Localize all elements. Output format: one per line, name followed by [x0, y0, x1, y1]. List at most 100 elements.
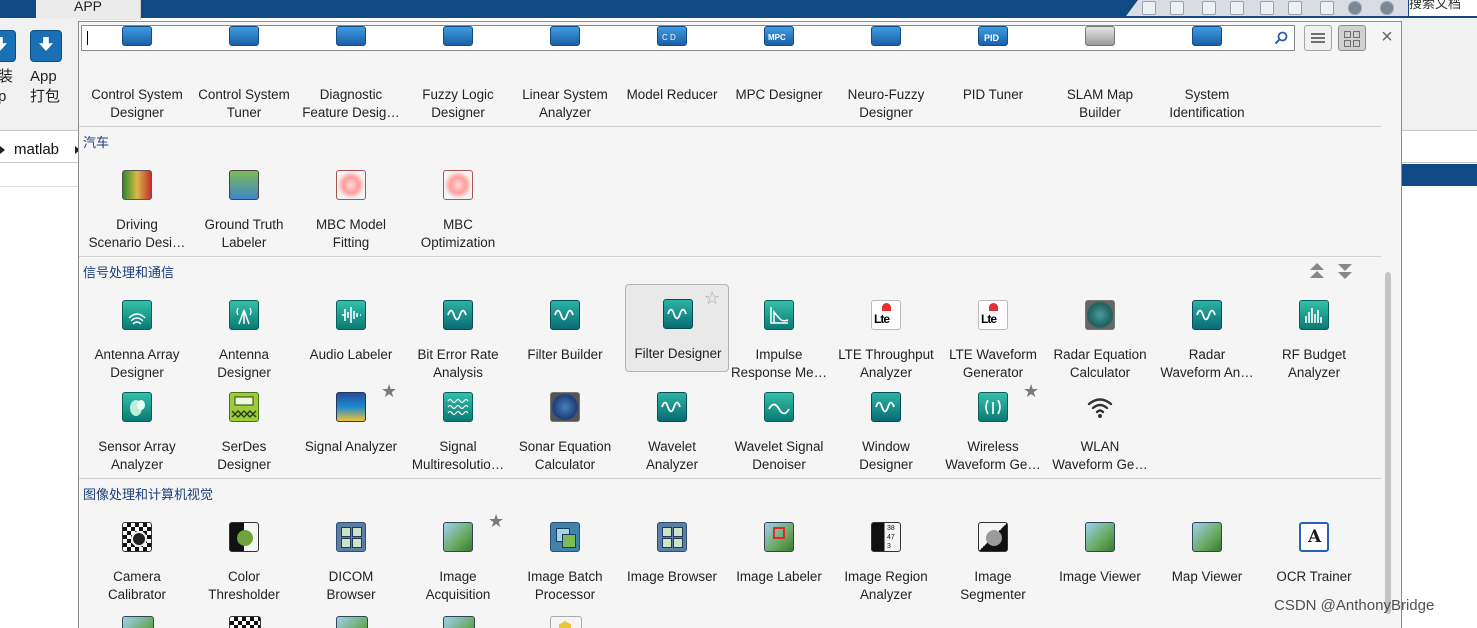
app-linear-system-analyzer[interactable]: Linear System Analyzer: [513, 26, 617, 120]
copy-icon[interactable]: [1202, 1, 1216, 15]
app-radar-equation-calculator[interactable]: Radar Equation Calculator: [1048, 286, 1152, 380]
list-icon: [1311, 41, 1325, 43]
color-thresholder-icon: [229, 522, 259, 552]
app-lte-waveform-generator[interactable]: Lte LTE Waveform Generator: [941, 286, 1045, 380]
app-signal-analyzer[interactable]: Signal Analyzer ★: [299, 378, 403, 466]
gallery-scrollbar[interactable]: [1385, 272, 1391, 614]
radar-waveform-icon: [1192, 300, 1222, 330]
sonar-equation-icon: [550, 392, 580, 422]
app-image-viewer[interactable]: Image Viewer: [1048, 508, 1152, 596]
app-icon-partial[interactable]: [443, 616, 475, 628]
app-sensor-array-analyzer[interactable]: Sensor Array Analyzer: [85, 378, 189, 472]
app-rf-budget-analyzer[interactable]: RF Budget Analyzer: [1262, 286, 1366, 380]
tab-app[interactable]: APP: [36, 0, 141, 20]
list-view-button[interactable]: [1304, 25, 1332, 51]
favorite-star-outline-icon[interactable]: ☆: [704, 289, 722, 307]
app-driving-scenario-designer[interactable]: Driving Scenario Desi…: [85, 156, 189, 250]
undo-icon[interactable]: [1260, 1, 1274, 15]
app-sonar-equation-calculator[interactable]: Sonar Equation Calculator: [513, 378, 617, 472]
save-icon[interactable]: [1142, 1, 1156, 15]
app-image-region-analyzer[interactable]: 38 47 3 Image Region Analyzer: [834, 508, 938, 602]
app-dicom-browser[interactable]: DICOM Browser: [299, 508, 403, 602]
app-label: Radar Equation Calculator: [1053, 347, 1147, 380]
app-label: Bit Error Rate Analysis: [417, 347, 499, 380]
favorite-star-icon[interactable]: ★: [1023, 382, 1041, 400]
app-radar-waveform-analyzer[interactable]: Radar Waveform An…: [1155, 286, 1259, 380]
app-antenna-array-designer[interactable]: Antenna Array Designer: [85, 286, 189, 380]
app-icon-partial[interactable]: [229, 616, 261, 628]
app-diagnostic-feature-designer[interactable]: Diagnostic Feature Desig…: [299, 26, 403, 120]
install-app-icon[interactable]: [0, 30, 16, 62]
app-filter-designer[interactable]: Filter Designer ☆: [625, 284, 729, 372]
favorite-star-icon[interactable]: ★: [381, 382, 399, 400]
app-impulse-response-measurer[interactable]: Impulse Response Me…: [727, 286, 831, 380]
app-wlan-waveform-generator[interactable]: WLAN Waveform Ge…: [1048, 378, 1152, 472]
app-wavelet-signal-denoiser[interactable]: Wavelet Signal Denoiser: [727, 378, 831, 472]
diagnostic-feature-designer-icon: [336, 26, 366, 46]
model-reducer-icon: C D: [657, 26, 687, 46]
app-neuro-fuzzy-designer[interactable]: Neuro-Fuzzy Designer: [834, 26, 938, 120]
app-filter-builder[interactable]: Filter Builder: [513, 286, 617, 374]
app-label: Wireless Waveform Ge…: [945, 439, 1041, 472]
app-control-system-designer[interactable]: Control System Designer: [85, 26, 189, 120]
app-audio-labeler[interactable]: Audio Labeler: [299, 286, 403, 374]
app-mbc-model-fitting[interactable]: MBC Model Fitting: [299, 156, 403, 250]
app-ocr-trainer[interactable]: A OCR Trainer: [1262, 508, 1366, 596]
collapse-all-icon[interactable]: [1309, 262, 1325, 280]
app-label: DICOM Browser: [326, 569, 376, 602]
app-label: Signal Multiresolutio…: [411, 439, 505, 472]
app-icon-partial[interactable]: [122, 616, 154, 628]
app-gallery: × Control System Designer Control System T…: [78, 21, 1402, 628]
app-window-designer[interactable]: Window Designer: [834, 378, 938, 472]
app-camera-calibrator[interactable]: Camera Calibrator: [85, 508, 189, 602]
app-antenna-designer[interactable]: Antenna Designer: [192, 286, 296, 380]
close-gallery-button[interactable]: ×: [1379, 26, 1395, 48]
slam-map-builder-icon: [1085, 26, 1115, 46]
app-image-labeler[interactable]: Image Labeler: [727, 508, 831, 596]
app-image-acquisition[interactable]: Image Acquisition ★: [406, 508, 510, 602]
app-control-system-tuner[interactable]: Control System Tuner: [192, 26, 296, 120]
app-slam-map-builder[interactable]: SLAM Map Builder: [1048, 26, 1152, 120]
expand-all-icon[interactable]: [1337, 262, 1353, 280]
app-lte-throughput-analyzer[interactable]: Lte LTE Throughput Analyzer: [834, 286, 938, 380]
app-image-browser[interactable]: Image Browser: [620, 508, 724, 596]
search-documentation-input[interactable]: 搜索文档: [1409, 0, 1477, 16]
app-map-viewer[interactable]: Map Viewer: [1155, 508, 1259, 596]
app-ground-truth-labeler[interactable]: Ground Truth Labeler: [192, 156, 296, 250]
radar-equation-icon: [1085, 300, 1115, 330]
help-icon[interactable]: [1348, 1, 1362, 15]
favorite-star-icon[interactable]: ★: [488, 512, 506, 530]
audio-labeler-icon: [336, 300, 366, 330]
cut-icon[interactable]: [1170, 1, 1184, 15]
app-bit-error-rate-analysis[interactable]: Bit Error Rate Analysis: [406, 286, 510, 380]
image-viewer-icon: [1085, 522, 1115, 552]
package-app-icon[interactable]: [30, 30, 62, 62]
app-mpc-designer[interactable]: MPC MPC Designer: [727, 26, 831, 114]
app-label: Window Designer: [859, 439, 913, 472]
app-fuzzy-logic-designer[interactable]: Fuzzy Logic Designer: [406, 26, 510, 120]
search-icon[interactable]: [1274, 31, 1288, 45]
app-icon-partial[interactable]: [550, 616, 582, 628]
app-label: MBC Optimization: [420, 217, 496, 250]
app-image-segmenter[interactable]: Image Segmenter: [941, 508, 1045, 602]
app-icon-partial[interactable]: [336, 616, 368, 628]
app-serdes-designer[interactable]: SerDes Designer: [192, 378, 296, 472]
path-segment[interactable]: matlab: [14, 141, 59, 158]
grid-view-button[interactable]: [1338, 25, 1366, 51]
app-mbc-optimization[interactable]: MBC Optimization: [406, 156, 510, 250]
app-pid-tuner[interactable]: PID PID Tuner: [941, 26, 1045, 114]
paste-icon[interactable]: [1230, 1, 1244, 15]
app-wireless-waveform-generator[interactable]: Wireless Waveform Ge… ★: [941, 378, 1045, 472]
app-label: Image Labeler: [736, 569, 822, 584]
image-batch-processor-icon: [550, 522, 580, 552]
app-color-thresholder[interactable]: Color Thresholder: [192, 508, 296, 602]
dropdown-circle-icon[interactable]: [1380, 1, 1394, 15]
redo-icon[interactable]: [1288, 1, 1302, 15]
app-image-batch-processor[interactable]: Image Batch Processor: [513, 508, 617, 602]
app-signal-multiresolution-analyzer[interactable]: Signal Multiresolutio…: [406, 378, 510, 472]
switch-windows-icon[interactable]: [1320, 1, 1334, 15]
app-model-reducer[interactable]: C D Model Reducer: [620, 26, 724, 114]
current-folder-path[interactable]: matlab: [0, 138, 80, 163]
app-wavelet-analyzer[interactable]: Wavelet Analyzer: [620, 378, 724, 472]
app-system-identification[interactable]: System Identification: [1155, 26, 1259, 120]
